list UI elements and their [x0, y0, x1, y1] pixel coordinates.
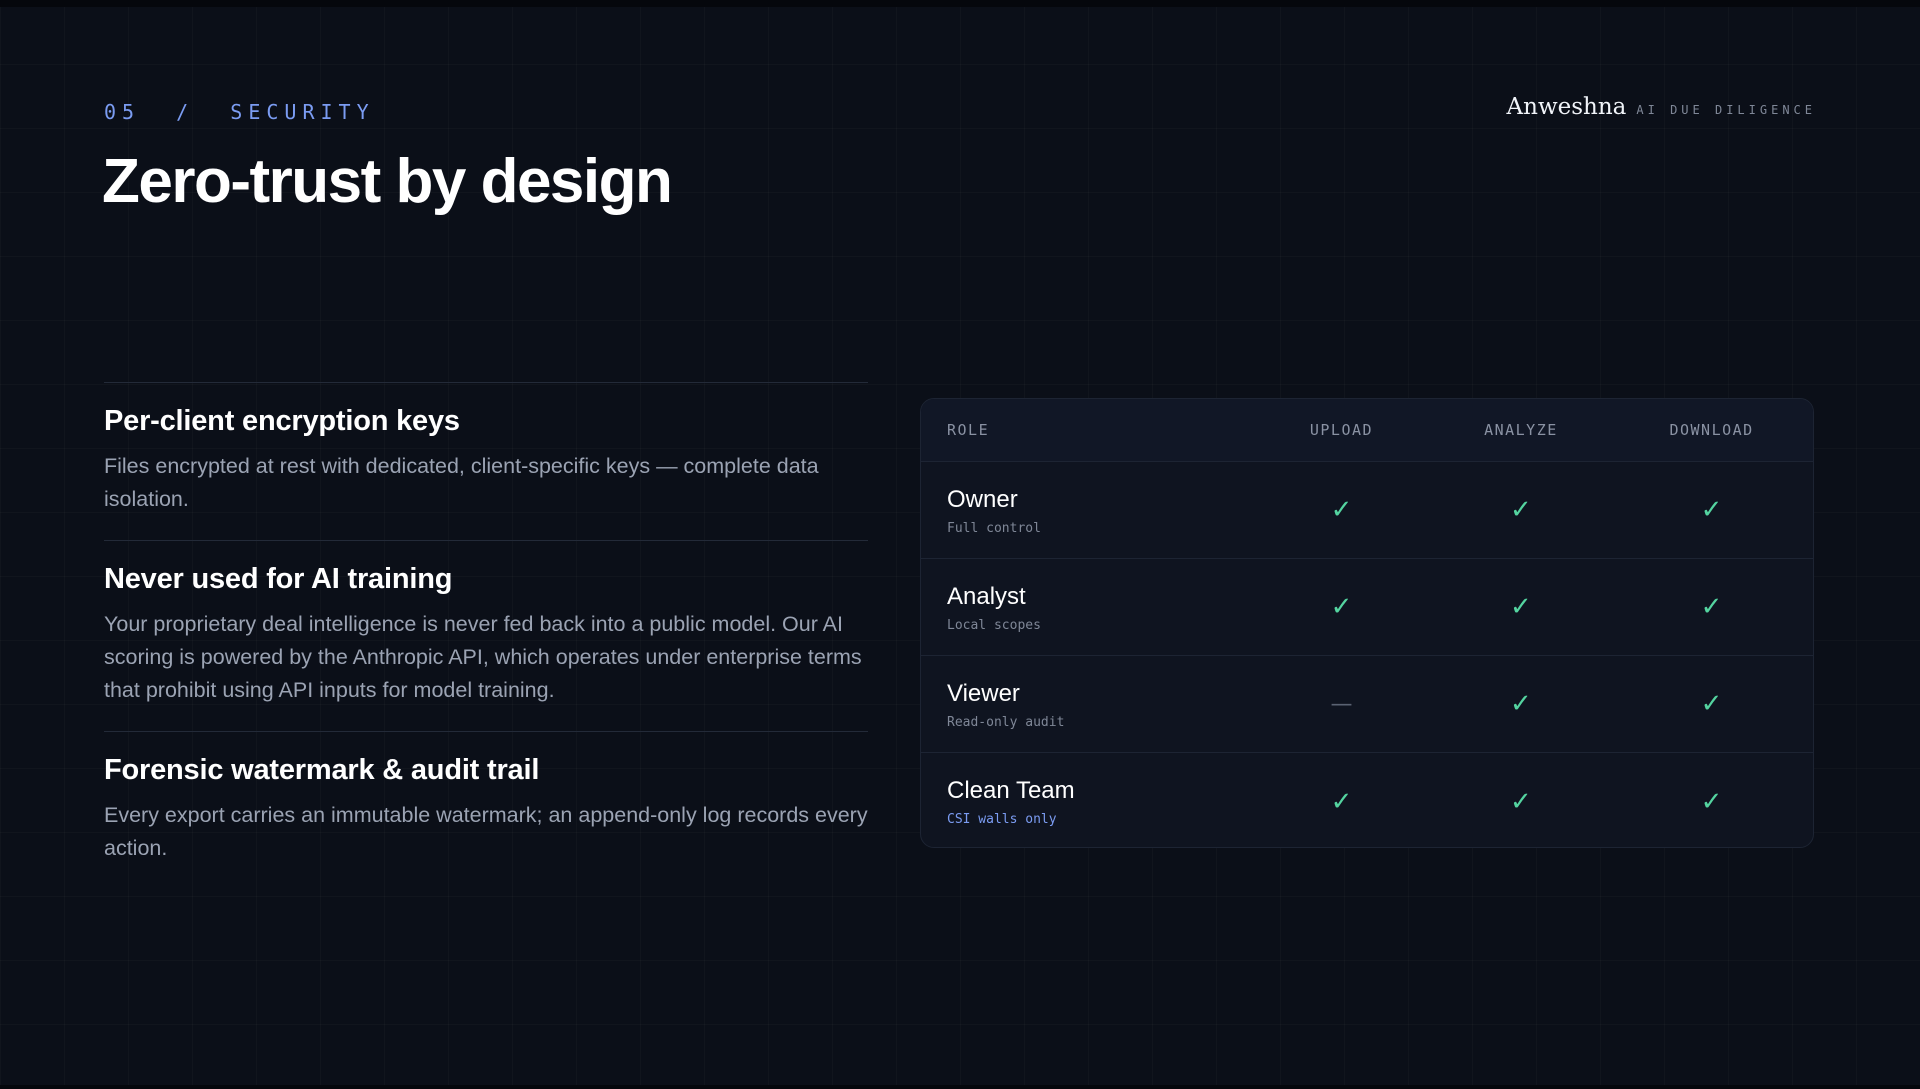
check-icon: ✓	[1510, 689, 1532, 719]
matrix-row-viewer: Viewer Read-only audit — ✓ ✓	[921, 656, 1813, 753]
top-edge-bar	[0, 0, 1920, 7]
feature-description: Your proprietary deal intelligence is ne…	[104, 612, 862, 702]
check-icon: ✓	[1700, 495, 1723, 525]
role-name: Owner	[947, 485, 1018, 513]
role-description: Full control	[947, 520, 1041, 536]
header-upload: UPLOAD	[1309, 420, 1374, 439]
matrix-row-clean-team: Clean Team CSI walls only ✓ ✓ ✓	[921, 753, 1813, 847]
bottom-edge-bar	[0, 1085, 1920, 1089]
feature-encryption-keys: Per-client encryption keys Files encrypt…	[104, 382, 868, 540]
check-icon: ✓	[1510, 786, 1532, 817]
feature-watermark-audit: Forensic watermark & audit trail Every e…	[104, 731, 868, 889]
matrix-row-analyst: Analyst Local scopes ✓ ✓ ✓	[921, 559, 1813, 656]
matrix-header-row: ROLE UPLOAD ANALYZE DOWNLOAD	[921, 399, 1813, 462]
role-name: Viewer	[947, 679, 1020, 707]
feature-description: Files encrypted at rest with dedicated, …	[104, 454, 819, 511]
check-icon: ✓	[1510, 592, 1532, 622]
section-eyebrow: 05 / SECURITY	[104, 100, 375, 124]
role-name: Analyst	[947, 582, 1026, 610]
check-icon: ✓	[1700, 592, 1723, 622]
header-download: DOWNLOAD	[1669, 420, 1754, 439]
check-icon: ✓	[1330, 495, 1353, 525]
feature-title: Forensic watermark & audit trail	[104, 754, 540, 786]
brand-logo: Anweshna AI DUE DILIGENCE	[1507, 94, 1816, 120]
check-icon: ✓	[1510, 495, 1532, 525]
brand-tagline: AI DUE DILIGENCE	[1636, 103, 1816, 117]
check-icon: ✓	[1700, 786, 1723, 817]
feature-description: Every export carries an immutable waterm…	[104, 803, 868, 860]
role-description: CSI walls only	[947, 812, 1057, 827]
header-role: ROLE	[947, 420, 990, 439]
dash-icon: —	[1330, 691, 1353, 717]
role-name: Clean Team	[947, 777, 1075, 804]
role-description: Read-only audit	[947, 714, 1065, 730]
check-icon: ✓	[1700, 689, 1723, 719]
security-features-list: Per-client encryption keys Files encrypt…	[104, 382, 868, 889]
brand-name: Anweshna	[1506, 94, 1627, 120]
header-analyze: ANALYZE	[1484, 420, 1558, 439]
role-description: Local scopes	[947, 617, 1041, 633]
check-icon: ✓	[1330, 786, 1353, 817]
feature-no-ai-training: Never used for AI training Your propriet…	[104, 540, 868, 731]
feature-title: Per-client encryption keys	[104, 405, 460, 437]
check-icon: ✓	[1330, 592, 1353, 622]
matrix-row-owner: Owner Full control ✓ ✓ ✓	[921, 462, 1813, 559]
permissions-matrix: ROLE UPLOAD ANALYZE DOWNLOAD Owner Full …	[920, 398, 1814, 848]
feature-title: Never used for AI training	[104, 563, 453, 595]
page-title: Zero-trust by design	[102, 147, 673, 216]
